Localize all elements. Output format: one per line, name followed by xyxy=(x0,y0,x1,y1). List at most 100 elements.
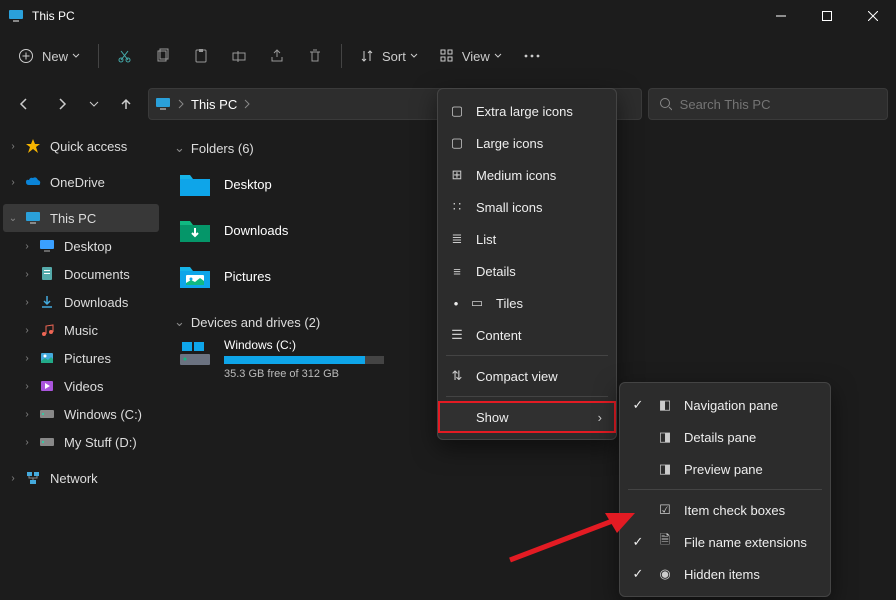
paste-button[interactable] xyxy=(183,40,219,72)
compact-icon: ⇅ xyxy=(448,368,466,384)
sidebar-label: Quick access xyxy=(50,139,127,154)
more-button[interactable] xyxy=(514,40,550,72)
copy-icon xyxy=(155,48,171,64)
menu-item-extra-large-icons[interactable]: ▢Extra large icons xyxy=(438,95,616,127)
search-input[interactable] xyxy=(680,97,877,112)
grid-icon: ▢ xyxy=(448,135,466,151)
close-button[interactable] xyxy=(850,0,896,32)
share-icon xyxy=(269,48,285,64)
drive-icon xyxy=(38,405,56,423)
ellipsis-icon xyxy=(524,54,540,58)
star-icon xyxy=(24,137,42,155)
sidebar-item-quick-access[interactable]: › Quick access xyxy=(0,132,162,160)
chevron-right-icon: › xyxy=(6,473,20,484)
pane-icon: ◧ xyxy=(656,397,674,413)
check-icon: ✓ xyxy=(630,566,646,582)
chevron-right-icon xyxy=(177,99,185,109)
toolbar: New Sort View xyxy=(0,32,896,80)
menu-item-large-icons[interactable]: ▢Large icons xyxy=(438,127,616,159)
sidebar-item-videos[interactable]: › Videos xyxy=(0,372,162,400)
chevron-right-icon xyxy=(243,99,251,109)
grid-icon: ∷ xyxy=(448,199,466,215)
sort-label: Sort xyxy=(382,49,406,64)
forward-button[interactable] xyxy=(46,88,78,120)
menu-item-small-icons[interactable]: ∷Small icons xyxy=(438,191,616,223)
rename-icon xyxy=(231,48,247,64)
history-button[interactable] xyxy=(84,88,104,120)
menu-item-tiles[interactable]: •▭Tiles xyxy=(438,287,616,319)
file-icon: 🗎 xyxy=(656,531,674,553)
checkbox-icon: ☑ xyxy=(656,502,674,518)
navigation-pane: › Quick access › OneDrive ⌄ This PC › De… xyxy=(0,128,162,600)
chevron-right-icon: › xyxy=(6,141,20,152)
rename-button[interactable] xyxy=(221,40,257,72)
sidebar-item-onedrive[interactable]: › OneDrive xyxy=(0,168,162,196)
eye-icon: ◉ xyxy=(656,566,674,582)
sidebar-label: OneDrive xyxy=(50,175,105,190)
sidebar-label: This PC xyxy=(50,211,96,226)
menu-item-content[interactable]: ☰Content xyxy=(438,319,616,351)
chevron-right-icon: › xyxy=(20,297,34,308)
folder-icon xyxy=(178,169,212,199)
sidebar-item-desktop[interactable]: › Desktop xyxy=(0,232,162,260)
menu-item-navigation-pane[interactable]: ✓◧Navigation pane xyxy=(620,389,830,421)
chevron-down-icon xyxy=(494,52,502,60)
drive-usage-bar xyxy=(224,356,384,364)
search-icon xyxy=(659,97,672,111)
drive-icon xyxy=(178,338,212,368)
view-menu: ▢Extra large icons ▢Large icons ⊞Medium … xyxy=(437,88,617,440)
show-submenu: ✓◧Navigation pane ◨Details pane ◨Preview… xyxy=(619,382,831,597)
sidebar-item-network[interactable]: › Network xyxy=(0,464,162,492)
sidebar-label: Videos xyxy=(64,379,104,394)
view-button[interactable]: View xyxy=(430,40,512,72)
menu-item-medium-icons[interactable]: ⊞Medium icons xyxy=(438,159,616,191)
menu-item-file-name-extensions[interactable]: ✓🗎File name extensions xyxy=(620,526,830,558)
chevron-down-icon: ⌄ xyxy=(6,213,20,224)
bullet-icon: • xyxy=(448,296,464,311)
menu-item-list[interactable]: ≣List xyxy=(438,223,616,255)
chevron-right-icon: › xyxy=(20,437,34,448)
sidebar-item-this-pc[interactable]: ⌄ This PC xyxy=(3,204,159,232)
cut-button[interactable] xyxy=(107,40,143,72)
content-icon: ☰ xyxy=(448,327,466,343)
menu-item-hidden-items[interactable]: ✓◉Hidden items xyxy=(620,558,830,590)
back-button[interactable] xyxy=(8,88,40,120)
new-button[interactable]: New xyxy=(8,40,90,72)
drive-free-label: 35.3 GB free of 312 GB xyxy=(224,368,384,380)
sidebar-item-my-stuff-d[interactable]: › My Stuff (D:) xyxy=(0,428,162,456)
details-icon: ≡ xyxy=(448,264,466,279)
sort-button[interactable]: Sort xyxy=(350,40,428,72)
menu-item-item-check-boxes[interactable]: ☑Item check boxes xyxy=(620,494,830,526)
delete-button[interactable] xyxy=(297,40,333,72)
minimize-button[interactable] xyxy=(758,0,804,32)
folder-icon xyxy=(178,261,212,291)
search-box[interactable] xyxy=(648,88,888,120)
sidebar-item-music[interactable]: › Music xyxy=(0,316,162,344)
separator xyxy=(446,396,608,397)
window-title: This PC xyxy=(32,9,75,23)
menu-item-details[interactable]: ≡Details xyxy=(438,255,616,287)
menu-item-show[interactable]: Show› xyxy=(438,401,616,433)
separator xyxy=(446,355,608,356)
share-button[interactable] xyxy=(259,40,295,72)
menu-item-compact-view[interactable]: ⇅Compact view xyxy=(438,360,616,392)
sidebar-item-pictures[interactable]: › Pictures xyxy=(0,344,162,372)
cloud-icon xyxy=(24,173,42,191)
check-icon: ✓ xyxy=(630,397,646,413)
chevron-right-icon: › xyxy=(20,269,34,280)
copy-button[interactable] xyxy=(145,40,181,72)
maximize-button[interactable] xyxy=(804,0,850,32)
up-button[interactable] xyxy=(110,88,142,120)
chevron-right-icon: › xyxy=(20,353,34,364)
sidebar-item-documents[interactable]: › Documents xyxy=(0,260,162,288)
pictures-icon xyxy=(38,349,56,367)
grid-icon: ⊞ xyxy=(448,167,466,183)
drive-label: Windows (C:) xyxy=(224,338,384,352)
breadcrumb-current[interactable]: This PC xyxy=(191,97,237,112)
menu-item-details-pane[interactable]: ◨Details pane xyxy=(620,421,830,453)
this-pc-icon xyxy=(155,96,171,112)
sidebar-item-downloads[interactable]: › Downloads xyxy=(0,288,162,316)
sidebar-item-windows-c[interactable]: › Windows (C:) xyxy=(0,400,162,428)
menu-item-preview-pane[interactable]: ◨Preview pane xyxy=(620,453,830,485)
separator xyxy=(98,44,99,68)
